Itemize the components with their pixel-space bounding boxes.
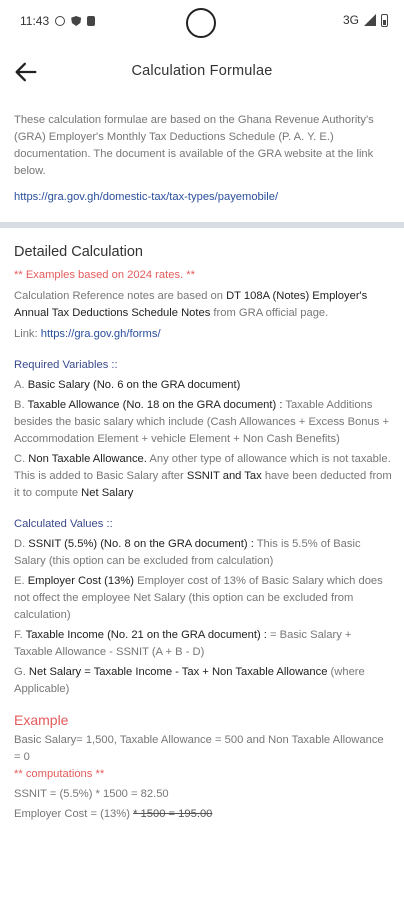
reference-note: Calculation Reference notes are based on… <box>14 288 392 322</box>
status-right: 3G <box>343 13 388 27</box>
variable-b-prefix: B. <box>14 399 28 411</box>
value-d-prefix: D. <box>14 538 29 550</box>
variable-a-name: Basic Salary (No. 6 on the GRA document) <box>27 379 241 391</box>
variable-a: A. Basic Salary (No. 6 on the GRA docume… <box>14 377 392 394</box>
app-bar: Calculation Formulae <box>0 50 404 94</box>
network-type: 3G <box>342 13 359 27</box>
reference-prefix: Calculation Reference notes are based on <box>14 290 227 302</box>
status-bar: 11:43 3G <box>0 0 404 44</box>
example-title: Example <box>14 712 69 728</box>
detailed-section: Detailed Calculation ** Examples based o… <box>14 244 392 823</box>
battery-icon <box>381 13 388 27</box>
value-e-prefix: E. <box>14 575 28 587</box>
variable-a-prefix: A. <box>14 379 28 391</box>
page-title: Calculation Formulae <box>131 63 273 79</box>
section-divider <box>0 222 404 228</box>
required-variables-title: Required Variables :: <box>14 359 118 371</box>
do-not-disturb-icon <box>55 16 66 26</box>
sim-card-icon <box>87 16 96 26</box>
employer-cost-value: * 1500 = 195.00 <box>133 808 213 820</box>
variable-b-name: Taxable Allowance (No. 18 on the GRA doc… <box>27 399 283 411</box>
ssnit-computation: SSNIT = (5.5%) * 1500 = 82.50 <box>14 788 169 800</box>
camera-cutout <box>186 8 216 38</box>
value-d-name: SSNIT (5.5%) (No. 8 on the GRA document)… <box>28 538 254 550</box>
value-e-name: Employer Cost (13%) <box>27 575 135 587</box>
detailed-title: Detailed Calculation <box>14 244 143 260</box>
intro-text: These calculation formulae are based on … <box>14 114 374 177</box>
variable-c: C. Non Taxable Allowance. Any other type… <box>14 451 392 502</box>
gra-forms-link[interactable]: https://gra.gov.gh/forms/ <box>41 328 161 340</box>
value-g-name: Net Salary = Taxable Income - Tax + Non … <box>28 666 328 678</box>
value-f-prefix: F. <box>14 629 26 641</box>
link-label: Link: <box>14 328 41 340</box>
value-g: G. Net Salary = Taxable Income - Tax + N… <box>14 664 392 698</box>
employer-cost-prefix: Employer Cost = (13%) <box>14 808 134 820</box>
value-f: F. Taxable Income (No. 21 on the GRA doc… <box>14 627 392 661</box>
forms-link-row: Link: https://gra.gov.gh/forms/ <box>14 326 392 343</box>
variable-b: B. Taxable Allowance (No. 18 on the GRA … <box>14 397 392 448</box>
computations-label: ** computations ** <box>14 768 105 780</box>
gesture-area <box>0 888 404 900</box>
status-left: 11:43 <box>20 14 96 28</box>
intro-section: These calculation formulae are based on … <box>14 112 392 206</box>
variable-c-net-salary: Net Salary <box>81 487 134 499</box>
variable-c-ssnit-tax: SSNIT and Tax <box>186 470 262 482</box>
signal-icon <box>364 14 376 26</box>
variable-c-name: Non Taxable Allowance. <box>28 453 147 465</box>
employer-cost-computation: Employer Cost = (13%) * 1500 = 195.00 <box>14 806 392 823</box>
value-e: E. Employer Cost (13%) Employer cost of … <box>14 573 392 624</box>
value-d: D. SSNIT (5.5%) (No. 8 on the GRA docume… <box>14 536 392 570</box>
rates-note: ** Examples based on 2024 rates. ** <box>14 269 195 281</box>
value-f-name: Taxable Income (No. 21 on the GRA docume… <box>25 629 267 641</box>
reference-suffix: from GRA official page. <box>210 307 329 319</box>
calculated-values-title: Calculated Values :: <box>14 518 113 530</box>
variable-c-prefix: C. <box>14 453 29 465</box>
shield-icon <box>71 16 82 26</box>
gra-paye-link[interactable]: https://gra.gov.gh/domestic-tax/tax-type… <box>14 189 392 206</box>
example-inputs: Basic Salary= 1,500, Taxable Allowance =… <box>14 734 384 763</box>
value-g-prefix: G. <box>14 666 29 678</box>
status-time: 11:43 <box>20 14 50 28</box>
